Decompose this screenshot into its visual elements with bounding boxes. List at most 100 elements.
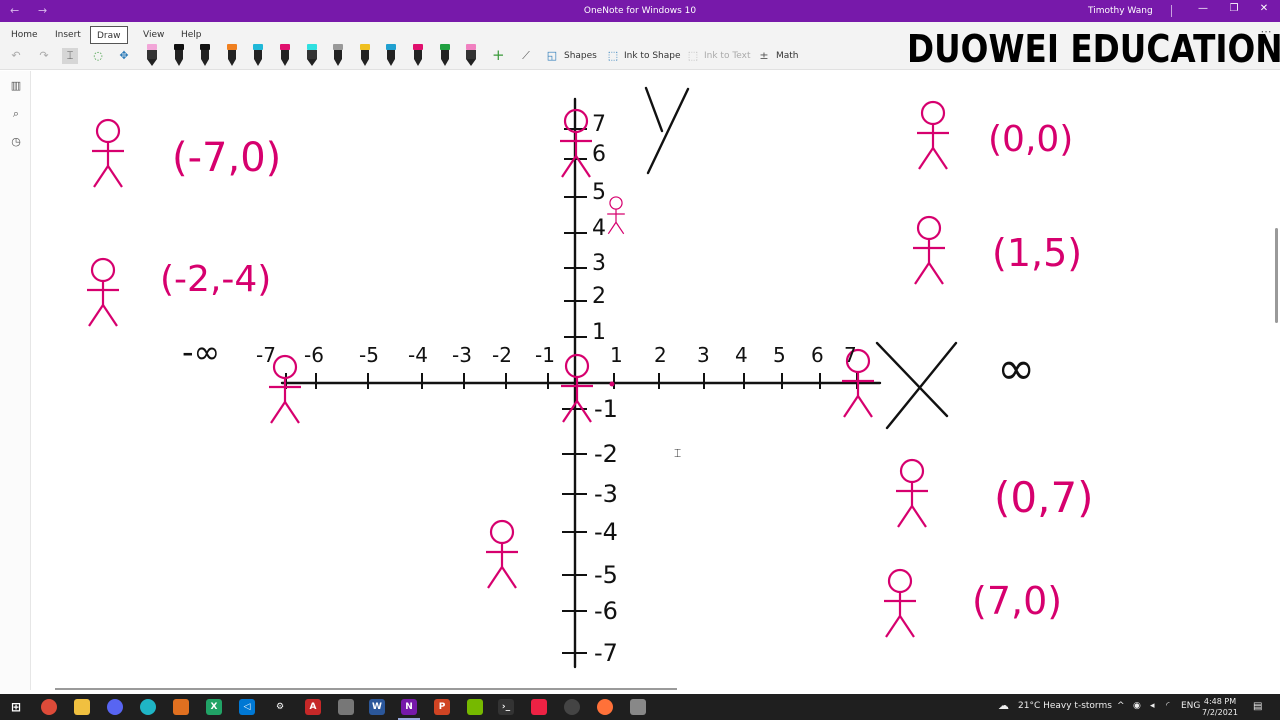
y-tick-label: -2	[594, 440, 618, 468]
excel-icon[interactable]: X	[206, 699, 222, 715]
x-tick-label: 3	[697, 343, 710, 367]
volume-icon[interactable]: ◂	[1150, 701, 1155, 711]
x-tick-label: -1	[535, 343, 555, 367]
weather-text[interactable]: 21°C Heavy t-storms	[1018, 701, 1112, 711]
note-coordinate: (7,0)	[972, 579, 1063, 623]
pen-tool[interactable]	[173, 44, 184, 66]
app-icon[interactable]	[173, 699, 189, 715]
ink-to-text-button[interactable]: Ink to Text	[704, 47, 751, 65]
clock-time: 4:48 PM	[1203, 697, 1237, 706]
add-space-icon[interactable]: ✥	[116, 48, 132, 64]
y-axis-letter	[644, 86, 690, 175]
acrobat-icon[interactable]: A	[305, 699, 321, 715]
negative-infinity-label: -∞	[182, 333, 221, 371]
start-icon[interactable]: ⊞	[8, 699, 24, 715]
network-icon[interactable]: ◜	[1166, 701, 1170, 711]
notifications-icon[interactable]: ▤	[1253, 701, 1262, 712]
restore-icon[interactable]: ❐	[1224, 3, 1244, 14]
note-coordinate: (1,5)	[992, 231, 1083, 275]
pen-tool[interactable]	[226, 44, 237, 66]
type-select-icon[interactable]: ⌶	[62, 48, 78, 64]
x-tick-label: 7	[844, 343, 857, 367]
pen-tool[interactable]	[466, 44, 477, 66]
chrome-icon[interactable]	[41, 699, 57, 715]
pen-tool[interactable]	[280, 44, 290, 66]
word-icon[interactable]: W	[369, 699, 385, 715]
title-separator	[1171, 5, 1172, 17]
math-icon[interactable]: ±	[756, 48, 772, 64]
lasso-select-icon[interactable]: ◌	[90, 48, 106, 64]
stick-figure	[85, 257, 121, 328]
app-icon[interactable]	[630, 699, 646, 715]
app-icon[interactable]	[531, 699, 547, 715]
y-tick-label: -7	[594, 639, 618, 667]
notebooks-icon[interactable]: ▥	[8, 79, 24, 95]
settings-icon[interactable]: ⚙	[272, 699, 288, 715]
ink-to-text-icon: ⬚	[687, 49, 699, 62]
pen-tool[interactable]	[359, 44, 370, 66]
terminal-icon[interactable]: ›_	[498, 699, 514, 715]
left-rail: ▥ ⌕ ◷	[0, 71, 31, 690]
tab-home[interactable]: Home	[5, 26, 44, 44]
clock[interactable]: 4:48 PM 7/2/2021	[1196, 696, 1244, 718]
tab-draw[interactable]: Draw	[90, 26, 128, 44]
weather-icon: ☁	[998, 699, 1009, 712]
stick-figure	[90, 118, 126, 189]
github-icon[interactable]	[564, 699, 580, 715]
note-coordinate: (0,7)	[994, 473, 1094, 522]
shapes-icon[interactable]: ◱	[544, 48, 560, 64]
horizontal-scrollbar[interactable]	[55, 688, 677, 690]
stick-figure	[915, 100, 951, 171]
math-button[interactable]: Math	[776, 47, 799, 65]
tab-help[interactable]: Help	[175, 26, 208, 44]
tab-insert[interactable]: Insert	[49, 26, 87, 44]
y-tick-label: 3	[592, 251, 606, 276]
stick-figure	[882, 568, 918, 639]
y-tick-label: -4	[594, 518, 618, 546]
note-coordinate: (0,0)	[988, 119, 1074, 160]
app-icon[interactable]	[338, 699, 354, 715]
stick-figure	[559, 353, 595, 424]
stick-figure	[484, 519, 520, 590]
close-icon[interactable]: ✕	[1254, 3, 1274, 14]
ink-to-shape-button[interactable]: Ink to Shape	[624, 47, 681, 65]
y-tick-label: -3	[594, 480, 618, 508]
file-explorer-icon[interactable]	[74, 699, 90, 715]
shapes-button[interactable]: Shapes	[564, 47, 597, 65]
note-coordinate: (-2,-4)	[160, 259, 272, 300]
ruler-icon[interactable]: ⟋	[518, 48, 534, 64]
pen-tool[interactable]	[253, 44, 264, 66]
add-pen-icon[interactable]: +	[492, 46, 505, 64]
pen-tool[interactable]	[439, 44, 450, 66]
pen-tool[interactable]	[306, 44, 317, 66]
tray-app-icon[interactable]: ◉	[1133, 701, 1141, 711]
search-icon[interactable]: ⌕	[8, 107, 24, 123]
note-canvas[interactable]: -7 -6 -5 -4 -3 -2 -1 1 2 3 4 5 6 7 7 6 5 4 3 2 1 -1 -2 -3 -4 -5-…	[32, 71, 1276, 690]
tab-view[interactable]: View	[137, 26, 170, 44]
discord-icon[interactable]	[107, 699, 123, 715]
pen-tool[interactable]	[413, 44, 423, 66]
pen-tool[interactable]	[200, 44, 211, 66]
y-tick-label: 5	[592, 180, 606, 205]
vertical-scrollbar[interactable]	[1275, 228, 1278, 323]
vscode-icon[interactable]: ◁	[239, 699, 255, 715]
redo-icon[interactable]: ↷	[36, 48, 52, 64]
pen-tool[interactable]	[147, 44, 157, 66]
app-icon[interactable]	[140, 699, 156, 715]
y-tick-label: 1	[592, 320, 606, 345]
minimize-icon[interactable]: —	[1193, 3, 1213, 14]
powerpoint-icon[interactable]: P	[434, 699, 450, 715]
pen-tool[interactable]	[386, 44, 397, 66]
tray-chevron-icon[interactable]: ^	[1117, 701, 1125, 711]
y-tick-label: 2	[592, 284, 606, 309]
firefox-icon[interactable]	[597, 699, 613, 715]
recent-icon[interactable]: ◷	[8, 135, 24, 151]
onenote-icon[interactable]: N	[401, 699, 417, 715]
user-name[interactable]: Timothy Wang	[1088, 6, 1153, 16]
pen-tool[interactable]	[333, 44, 344, 66]
text-cursor-icon: ⌶	[674, 446, 682, 460]
ink-to-shape-icon[interactable]: ⬚	[605, 48, 621, 64]
undo-icon[interactable]: ↶	[8, 48, 24, 64]
brand-watermark: DUOWEI EDUCATION	[907, 27, 1280, 71]
nvidia-icon[interactable]	[467, 699, 483, 715]
